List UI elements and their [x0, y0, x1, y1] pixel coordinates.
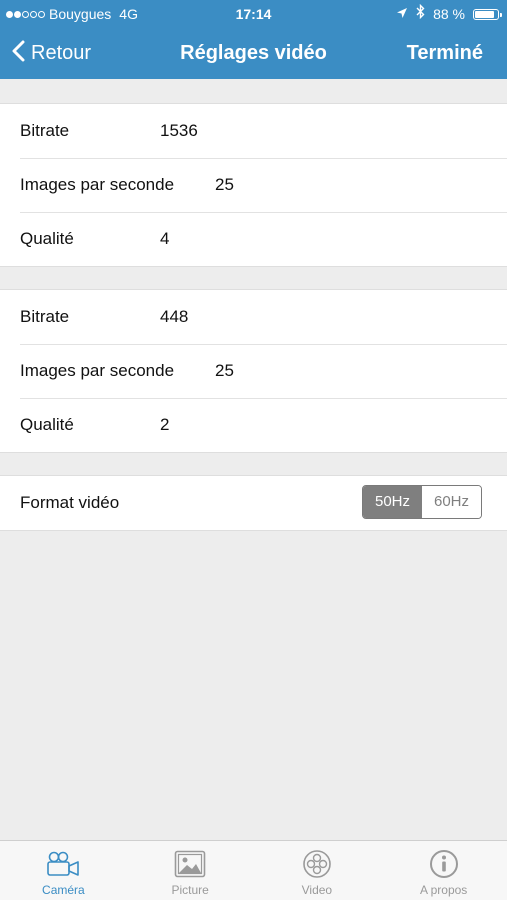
setting-value[interactable]: 25 [215, 158, 234, 212]
setting-label: Qualité [20, 229, 74, 248]
camera-icon [46, 849, 80, 879]
frequency-segmented-control: 50Hz 60Hz [362, 485, 482, 519]
settings-group-secondary: Bitrate 448 Images par seconde 25 Qualit… [0, 289, 507, 453]
video-reel-icon [302, 849, 332, 879]
battery-percent: 88 % [433, 6, 465, 22]
setting-row-video-format: Format vidéo 50Hz 60Hz [0, 476, 507, 530]
tab-label: Caméra [42, 883, 85, 897]
setting-value[interactable]: 448 [160, 290, 188, 344]
status-right: 88 % [396, 0, 502, 28]
tab-camera[interactable]: Caméra [0, 841, 127, 900]
screen: Bouygues 4G 17:14 88 % Retour Réglages v… [0, 0, 507, 900]
tab-label: Video [301, 883, 333, 897]
setting-label: Images par seconde [20, 175, 175, 194]
setting-label: Bitrate [20, 307, 70, 326]
segment-60hz[interactable]: 60Hz [422, 486, 481, 518]
battery-icon [473, 8, 502, 20]
setting-label: Format vidéo [20, 493, 120, 512]
setting-row-fps[interactable]: Images par seconde 25 [0, 344, 507, 398]
tab-picture[interactable]: Picture [127, 841, 254, 900]
setting-row-fps[interactable]: Images par seconde 25 [0, 158, 507, 212]
setting-label: Images par seconde [20, 361, 175, 380]
header: Bouygues 4G 17:14 88 % Retour Réglages v… [0, 0, 507, 79]
setting-row-quality[interactable]: Qualité 4 [0, 212, 507, 266]
setting-value[interactable]: 2 [160, 398, 169, 452]
setting-row-bitrate[interactable]: Bitrate 1536 [0, 104, 507, 158]
settings-group-primary: Bitrate 1536 Images par seconde 25 Quali… [0, 103, 507, 267]
setting-row-bitrate[interactable]: Bitrate 448 [0, 290, 507, 344]
tab-about[interactable]: A propos [380, 841, 507, 900]
bluetooth-icon [416, 0, 425, 28]
segment-50hz[interactable]: 50Hz [363, 486, 422, 518]
setting-value[interactable]: 4 [160, 212, 169, 266]
setting-value[interactable]: 1536 [160, 104, 198, 158]
tab-label: A propos [419, 883, 468, 897]
tab-video[interactable]: Video [254, 841, 381, 900]
info-icon [429, 849, 459, 879]
picture-icon [174, 849, 206, 879]
settings-group-format: Format vidéo 50Hz 60Hz [0, 475, 507, 531]
location-arrow-icon [396, 0, 408, 28]
setting-label: Bitrate [20, 121, 70, 140]
navigation-bar: Retour Réglages vidéo Terminé [0, 28, 507, 79]
battery-fill [475, 10, 495, 18]
status-bar: Bouygues 4G 17:14 88 % [0, 0, 507, 28]
setting-label: Qualité [20, 415, 74, 434]
setting-value[interactable]: 25 [215, 344, 234, 398]
done-button[interactable]: Terminé [407, 28, 483, 79]
tab-bar: Caméra Picture Video A propos [0, 840, 507, 900]
tab-label: Picture [171, 883, 209, 897]
setting-row-quality[interactable]: Qualité 2 [0, 398, 507, 452]
